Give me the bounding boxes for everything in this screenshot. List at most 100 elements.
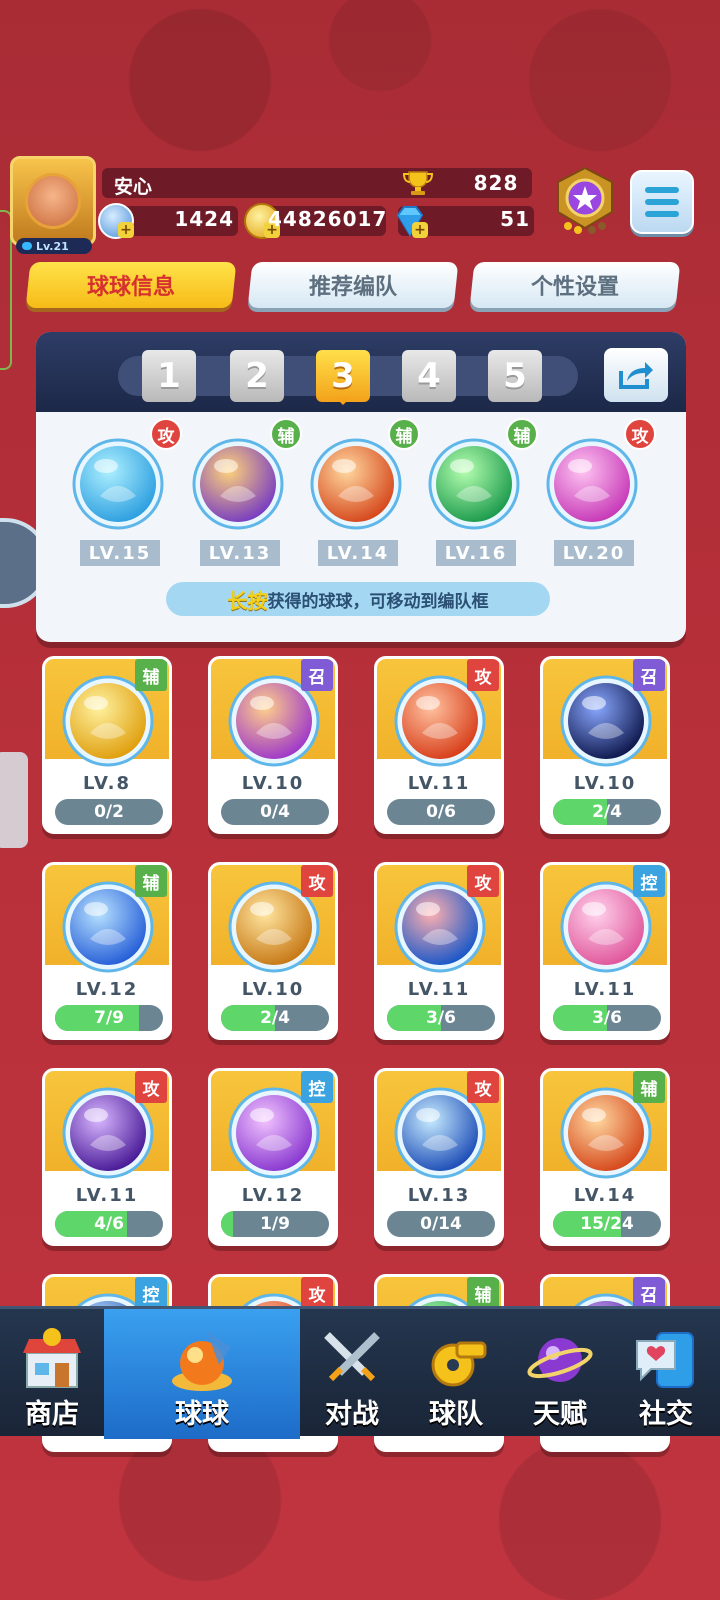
- ball-type-tag: 辅: [467, 1277, 499, 1309]
- upgrade-progress-bar: 0/2: [55, 799, 163, 825]
- formation-panel: 1 2 3 4 5 攻 LV.15 辅 LV.13 辅 LV.14 辅 LV.1…: [36, 332, 686, 642]
- ball-card[interactable]: 辅 LV.14 15/24: [540, 1068, 670, 1246]
- ball-level: LV.12: [75, 979, 139, 1000]
- ball-level: LV.16: [436, 540, 516, 566]
- trident-orb-icon: [72, 438, 164, 530]
- upgrade-progress-text: 0/6: [426, 802, 456, 822]
- formation-slot-2[interactable]: 2: [230, 350, 284, 402]
- ball-type-tag: 控: [633, 865, 665, 897]
- ball-card[interactable]: 召 LV.10 0/4: [208, 656, 338, 834]
- ball-type-tag: 攻: [301, 865, 333, 897]
- ball-type-tag: 攻: [301, 1277, 333, 1309]
- nav-label: 天赋: [533, 1399, 587, 1430]
- formation-ball[interactable]: [544, 436, 640, 532]
- upgrade-progress-bar: 0/6: [387, 799, 495, 825]
- upgrade-progress-text: 0/14: [420, 1214, 462, 1234]
- upgrade-progress-text: 2/4: [260, 1008, 290, 1028]
- ball-level: LV.20: [554, 540, 634, 566]
- ball-card[interactable]: 控 LV.11 3/6: [540, 862, 670, 1040]
- ball-card[interactable]: 攻 LV.11 4/6: [42, 1068, 172, 1246]
- ball-level: LV.10: [241, 773, 305, 794]
- share-button[interactable]: [604, 348, 668, 402]
- ball-type-tag: 攻: [467, 1071, 499, 1103]
- share-icon: [619, 362, 653, 389]
- ball-level: LV.10: [573, 773, 637, 794]
- upgrade-progress-text: 2/4: [592, 802, 622, 822]
- ball-type-tag: 召: [301, 659, 333, 691]
- formation-slot-5[interactable]: 5: [488, 350, 542, 402]
- nav-item-3[interactable]: 球队: [404, 1309, 508, 1439]
- formation-slot-4[interactable]: 4: [402, 350, 456, 402]
- formation-ball[interactable]: [426, 436, 522, 532]
- formation-hint: 长按 获得的球球，可移动到编队框: [166, 582, 550, 616]
- rank-badge-icon[interactable]: [552, 166, 618, 236]
- nav-label: 商店: [25, 1399, 79, 1430]
- player-avatar[interactable]: [10, 156, 96, 246]
- ball-type-tag: 辅: [506, 418, 538, 450]
- shop-icon: [17, 1325, 87, 1395]
- upgrade-progress-bar: 4/6: [55, 1211, 163, 1237]
- formation-ball[interactable]: [308, 436, 404, 532]
- chat-heart-icon: [631, 1325, 701, 1395]
- whistle-icon: [421, 1325, 491, 1395]
- ball-card[interactable]: 攻 LV.10 2/4: [208, 862, 338, 1040]
- nav-item-4[interactable]: 天赋: [508, 1309, 612, 1439]
- menu-button[interactable]: [630, 170, 694, 234]
- ball-type-tag: 辅: [135, 865, 167, 897]
- player-level: Lv.21: [16, 238, 92, 254]
- ball-type-tag: 辅: [270, 418, 302, 450]
- upgrade-progress-bar: 3/6: [553, 1005, 661, 1031]
- formation-slot-1[interactable]: 1: [142, 350, 196, 402]
- avatar-face-icon: [25, 173, 81, 229]
- upgrade-progress-bar: 3/6: [387, 1005, 495, 1031]
- menu-line-icon: [645, 211, 679, 217]
- ball-card[interactable]: 辅 LV.12 7/9: [42, 862, 172, 1040]
- ball-type-tag: 攻: [467, 659, 499, 691]
- hint-key-text: 长按: [227, 588, 268, 613]
- upgrade-progress-bar: 2/4: [221, 1005, 329, 1031]
- crossed-swords-icon: [317, 1325, 387, 1395]
- upgrade-progress-text: 3/6: [426, 1008, 456, 1028]
- tab-ball-info[interactable]: 球球信息: [25, 262, 237, 308]
- formation-slot-3[interactable]: 3: [316, 350, 370, 405]
- ball-icon: [167, 1325, 237, 1395]
- upgrade-progress-bar: 0/14: [387, 1211, 495, 1237]
- stamina-value: 1424: [174, 207, 234, 231]
- ball-card[interactable]: 攻 LV.11 3/6: [374, 862, 504, 1040]
- ball-type-tag: 控: [301, 1071, 333, 1103]
- ball-card[interactable]: 辅 LV.8 0/2: [42, 656, 172, 834]
- ball-type-tag: 召: [633, 1277, 665, 1309]
- ball-level: LV.15: [80, 540, 160, 566]
- upgrade-progress-text: 3/6: [592, 1008, 622, 1028]
- ball-level: LV.11: [407, 773, 471, 794]
- ball-card[interactable]: 攻 LV.11 0/6: [374, 656, 504, 834]
- tab-personal-settings[interactable]: 个性设置: [469, 262, 681, 308]
- tab-recommended-team[interactable]: 推荐编队: [247, 262, 459, 308]
- ball-card[interactable]: 召 LV.10 2/4: [540, 656, 670, 834]
- nav-item-0[interactable]: 商店: [0, 1309, 104, 1439]
- side-tab-handle[interactable]: [0, 752, 28, 848]
- ball-type-tag: 辅: [135, 659, 167, 691]
- ball-type-tag: 召: [633, 659, 665, 691]
- bottom-nav: 商店 球球 对战 球队 天赋 社交: [0, 1306, 720, 1439]
- ball-level: LV.12: [241, 1185, 305, 1206]
- stamina-add-icon[interactable]: +: [118, 222, 134, 238]
- trophy-count: 828: [473, 171, 519, 195]
- player-name: 安心: [114, 176, 153, 198]
- formation-ball[interactable]: [70, 436, 166, 532]
- ball-card[interactable]: 控 LV.12 1/9: [208, 1068, 338, 1246]
- nav-item-2[interactable]: 对战: [300, 1309, 404, 1439]
- nav-item-5[interactable]: 社交: [612, 1309, 720, 1439]
- upgrade-progress-bar: 0/4: [221, 799, 329, 825]
- gem-value: 51: [500, 207, 530, 231]
- ball-level: LV.13: [200, 540, 280, 566]
- nav-item-1[interactable]: 球球: [104, 1309, 300, 1439]
- ball-type-tag: 攻: [150, 418, 182, 450]
- upgrade-progress-text: 15/24: [580, 1214, 634, 1234]
- upgrade-progress-text: 1/9: [260, 1214, 290, 1234]
- ball-card[interactable]: 攻 LV.13 0/14: [374, 1068, 504, 1246]
- formation-ball[interactable]: [190, 436, 286, 532]
- upgrade-progress-text: 4/6: [94, 1214, 124, 1234]
- gem-add-icon[interactable]: +: [412, 222, 428, 238]
- ball-level: LV.11: [573, 979, 637, 1000]
